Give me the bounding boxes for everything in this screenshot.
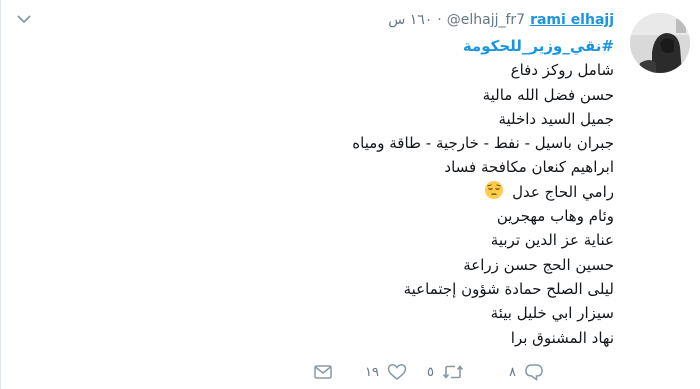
direct-message-button[interactable] — [313, 363, 365, 381]
heart-icon — [387, 363, 407, 381]
tweet-line: حسين الحج حسن زراعة — [463, 255, 614, 274]
hashtag-link[interactable]: #نقي_وزير_للحكومة — [463, 37, 614, 55]
like-button[interactable]: ١٩ — [365, 363, 427, 381]
tweet-line: وئام وهاب مهجرين — [496, 207, 614, 226]
tweet-line: شامل روكز دفاع — [510, 61, 614, 80]
retweet-icon — [442, 363, 464, 381]
reply-count: ٨ — [509, 364, 516, 380]
tweet-line: ليلى الصلح حمادة شؤون إجتماعية — [403, 279, 614, 298]
author-name-link[interactable]: rami elhajj — [530, 12, 614, 28]
retweet-count: ٥ — [427, 364, 434, 380]
tweet-line: سيزار ابي خليل بيئة — [490, 304, 614, 323]
tweet-line: رامي الحاج عدل — [194, 180, 614, 204]
retweet-button[interactable]: ٥ — [427, 363, 509, 381]
like-count: ١٩ — [365, 364, 379, 380]
speech-bubble-icon — [524, 363, 544, 381]
tweet-line: عناية عز الدين تربية — [490, 231, 614, 250]
avatar[interactable] — [630, 13, 690, 73]
envelope-icon — [313, 363, 333, 381]
tweet-line: جميل السيد داخلية — [498, 109, 614, 128]
tweet-text: #نقي_وزير_للحكومة شامل روكز دفاع حسن فضل… — [194, 34, 614, 350]
chevron-down-icon[interactable] — [15, 12, 33, 26]
tweet-line: نهاد المشنوق برا — [510, 328, 614, 347]
separator-dot: · — [437, 12, 442, 28]
pensive-face-emoji-icon — [484, 180, 504, 207]
tweet-line: ابراهيم كنعان مكافحة فساد — [444, 158, 614, 177]
tweet-header: rami elhajj @elhajj_fr7 · ١٦٠ س — [388, 10, 614, 30]
tweet-line-text: رامي الحاج عدل — [512, 182, 614, 201]
tweet-line: #نقي_وزير_للحكومة — [194, 34, 614, 58]
tweet-timestamp-link[interactable]: ١٦٠ س — [388, 12, 432, 28]
author-handle: @elhajj_fr7 — [446, 12, 526, 28]
tweet-card[interactable]: rami elhajj @elhajj_fr7 · ١٦٠ س #نقي_وزي… — [0, 0, 700, 389]
tweet-actions: ١٩ ٥ ٨ — [313, 362, 579, 382]
tweet-line: حسن فضل الله مالية — [482, 85, 614, 104]
reply-button[interactable]: ٨ — [509, 363, 579, 381]
tweet-line: جبران باسيل - نفط - خارجية - طاقة ومياه — [352, 134, 614, 153]
